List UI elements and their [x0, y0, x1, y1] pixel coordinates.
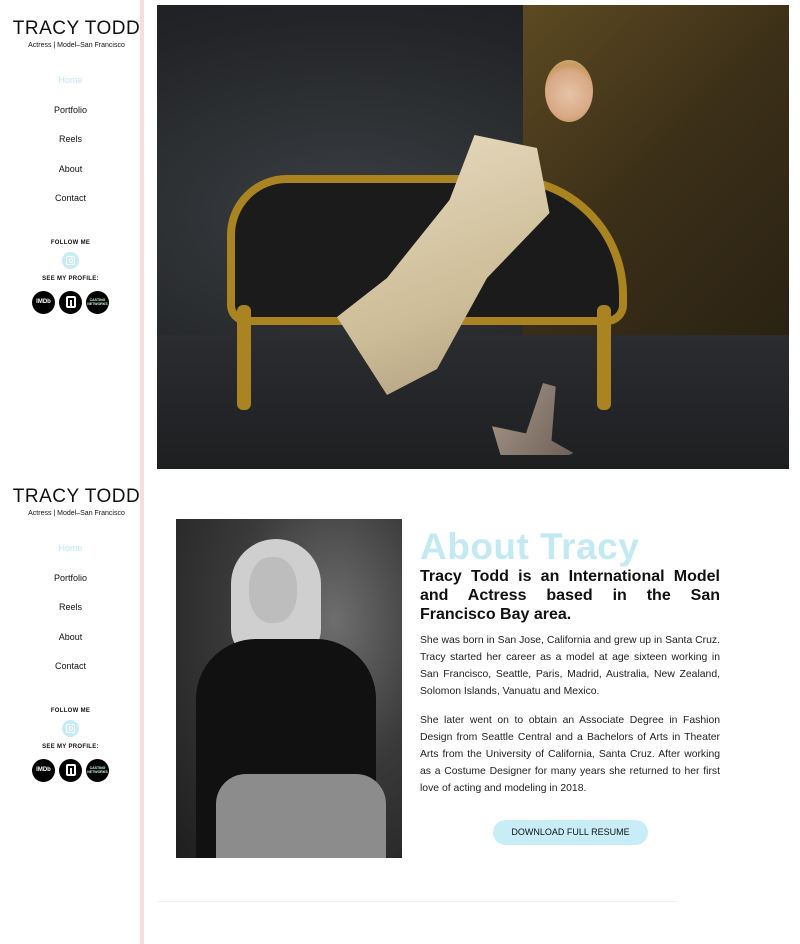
nav-item-home[interactable]: Home [0, 66, 141, 96]
hero-chaise-leg [237, 305, 251, 410]
backstage-icon[interactable] [59, 290, 82, 314]
instagram-icon[interactable] [62, 719, 79, 737]
see-profile-label: SEE MY PROFILE: [42, 275, 99, 282]
instagram-icon[interactable] [62, 251, 79, 269]
nav-item-about[interactable]: About [0, 155, 141, 185]
about-paragraph-1: She was born in San Jose, California and… [420, 635, 720, 697]
hero-chaise-leg [597, 305, 611, 410]
backstage-glyph [65, 764, 76, 776]
casting-networks-icon-text: CASTING NETWORKS [87, 298, 108, 306]
backstage-glyph [65, 296, 76, 308]
nav-item-portfolio[interactable]: Portfolio [0, 564, 141, 594]
sidebar-bottom: TRACY TODD Actress | Model–San Francisco… [0, 470, 141, 944]
section-divider [157, 901, 677, 902]
site-title[interactable]: TRACY TODD [12, 486, 141, 508]
hero-photo [157, 5, 789, 469]
nav-item-portfolio[interactable]: Portfolio [0, 96, 141, 126]
main-nav: Home Portfolio Reels About Contact [0, 534, 141, 682]
download-resume-button[interactable]: DOWNLOAD FULL RESUME [493, 820, 648, 845]
imdb-icon[interactable]: IMDb [32, 290, 55, 314]
hero-model-head [545, 60, 593, 122]
imdb-icon-text: IMDb [36, 767, 51, 773]
sidebar-divider [140, 0, 144, 944]
hero-floor [157, 335, 789, 469]
casting-networks-icon[interactable]: CASTING NETWORKS [86, 290, 109, 314]
follow-me-label: FOLLOW ME [50, 707, 91, 714]
profile-links: IMDb CASTING NETWORKS [0, 758, 141, 782]
main-nav: Home Portfolio Reels About Contact [0, 66, 141, 214]
about-paragraph-2: She later went on to obtain an Associate… [420, 715, 720, 794]
site-subtitle: Actress | Model–San Francisco [28, 510, 125, 517]
site-title[interactable]: TRACY TODD [12, 18, 141, 40]
about-portrait-photo [176, 519, 402, 858]
portrait-jeans [216, 774, 386, 858]
casting-networks-icon-text: CASTING NETWORKS [87, 766, 108, 774]
about-lead: Tracy Todd is an International Model and… [420, 568, 720, 623]
casting-networks-icon[interactable]: CASTING NETWORKS [86, 758, 109, 782]
site-subtitle: Actress | Model–San Francisco [28, 42, 125, 49]
imdb-icon-text: IMDb [36, 299, 51, 305]
backstage-icon[interactable] [59, 758, 82, 782]
nav-item-reels[interactable]: Reels [0, 593, 141, 623]
imdb-icon[interactable]: IMDb [32, 758, 55, 782]
sidebar-top: TRACY TODD Actress | Model–San Francisco… [0, 0, 141, 470]
nav-item-reels[interactable]: Reels [0, 125, 141, 155]
nav-item-contact[interactable]: Contact [0, 652, 141, 682]
about-heading: About Tracy [420, 526, 640, 567]
portrait-face [249, 557, 297, 623]
profile-links: IMDb CASTING NETWORKS [0, 290, 141, 314]
follow-me-label: FOLLOW ME [50, 239, 91, 246]
nav-item-about[interactable]: About [0, 623, 141, 653]
nav-item-contact[interactable]: Contact [0, 184, 141, 214]
see-profile-label: SEE MY PROFILE: [42, 743, 99, 750]
nav-item-home[interactable]: Home [0, 534, 141, 564]
